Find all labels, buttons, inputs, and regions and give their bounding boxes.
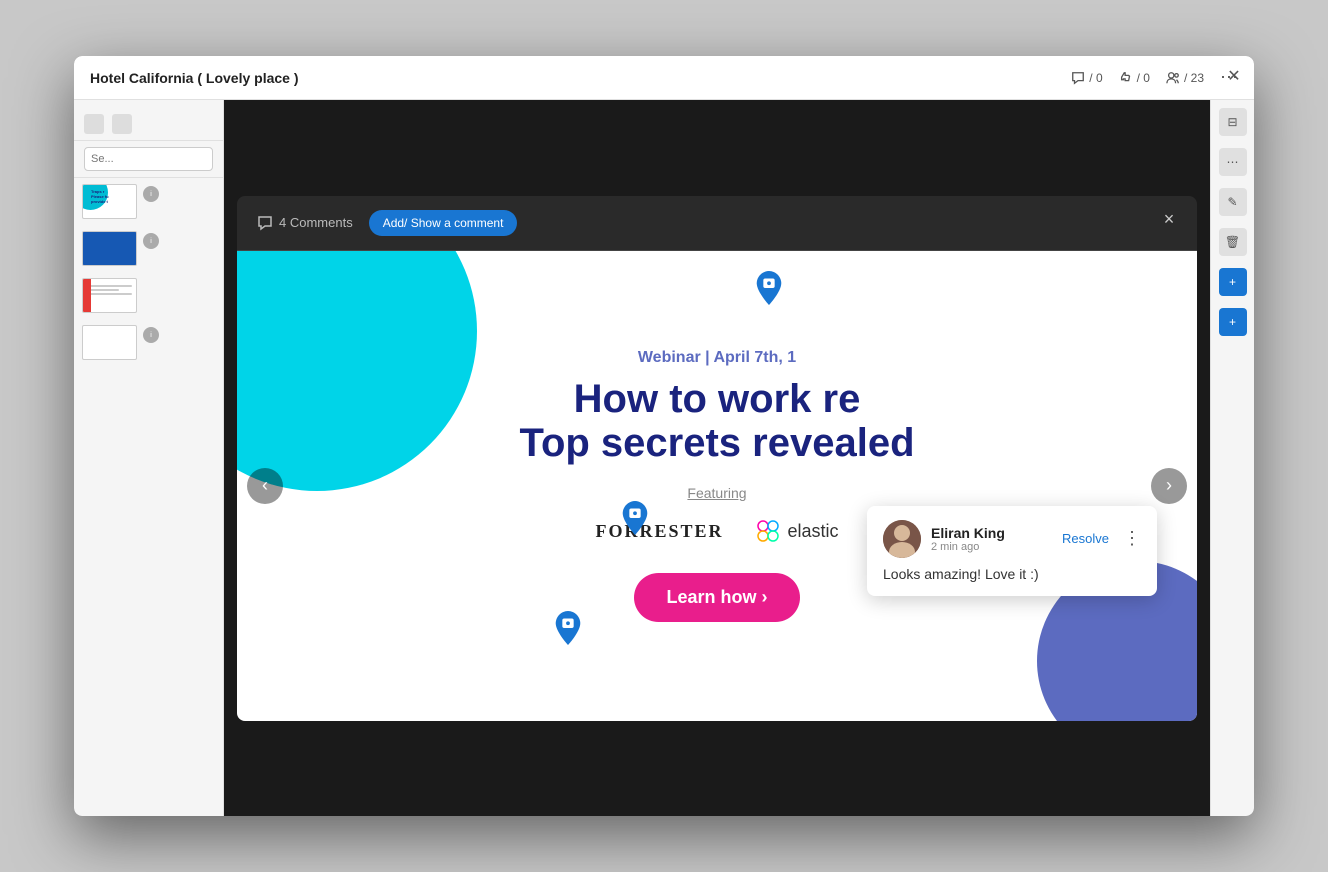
nav-next-button[interactable]: › xyxy=(1151,468,1187,504)
logo-forrester: FORRESTER xyxy=(595,521,723,542)
slide-4-avatar-row: i xyxy=(143,325,159,345)
slide-thumb-4[interactable]: i xyxy=(74,319,223,366)
app-window: Hotel California ( Lovely place ) / 0 / … xyxy=(74,56,1254,816)
comments-count: 4 Comments xyxy=(257,215,353,231)
users-icon xyxy=(1166,71,1180,85)
rt-filter-button[interactable]: ⊟ xyxy=(1219,108,1247,136)
viewer-area: × 4 Comments Add/ Show a comment xyxy=(224,100,1210,816)
slide-center: Webinar | April 7th, 1 How to work re To… xyxy=(519,349,914,622)
top-bar-actions: / 0 / 0 / 23 ⋯ xyxy=(1071,67,1238,88)
modal-dialog: × 4 Comments Add/ Show a comment xyxy=(237,196,1197,721)
sidebar-search xyxy=(74,141,223,178)
bg-circle-cyan xyxy=(237,251,477,491)
sidebar-toolbar xyxy=(74,108,223,141)
slide-thumb-img-4 xyxy=(82,325,137,360)
slide-thumb-3[interactable] xyxy=(74,272,223,319)
comments-icon xyxy=(257,215,273,231)
comment-pin-3[interactable] xyxy=(554,611,582,645)
nav-prev-button[interactable]: ‹ xyxy=(247,468,283,504)
like-icon xyxy=(1119,71,1133,85)
rt-edit-button[interactable]: ✎ xyxy=(1219,188,1247,216)
comment-popup: Eliran King 2 min ago Resolve ⋮ Looks am… xyxy=(867,506,1157,596)
modal-body: ‹ › xyxy=(237,251,1197,721)
rt-delete-button[interactable]: 🗑 xyxy=(1219,228,1247,256)
comment-icon xyxy=(1071,71,1085,85)
pin-icon-2 xyxy=(621,501,649,535)
rt-add-button-1[interactable]: + xyxy=(1219,268,1247,296)
sidebar-tool-1[interactable] xyxy=(84,114,104,134)
rt-add-button-2[interactable]: + xyxy=(1219,308,1247,336)
pin-icon-1 xyxy=(755,271,783,305)
modal-header: 4 Comments Add/ Show a comment xyxy=(237,196,1197,251)
slide-thumb-img-3 xyxy=(82,278,137,313)
avatar-4: i xyxy=(143,327,159,343)
avatar-1: i xyxy=(143,186,159,202)
modal-overlay[interactable]: × 4 Comments Add/ Show a comment xyxy=(224,100,1210,816)
cta-button[interactable]: Learn how › xyxy=(634,573,799,622)
right-toolbar: ⊟ ⋯ ✎ 🗑 + + xyxy=(1210,100,1254,816)
slide-2-avatar-row: i xyxy=(143,231,159,251)
comment-pin-2[interactable] xyxy=(621,501,649,535)
slide-thumb-2[interactable]: i xyxy=(74,225,223,272)
slide-thumb-1[interactable]: Traps rPlease fuprovide t i xyxy=(74,178,223,225)
page-title: Hotel California ( Lovely place ) xyxy=(90,70,1071,86)
commenter-name: Eliran King xyxy=(931,525,1052,541)
search-input[interactable] xyxy=(84,147,213,171)
add-show-comment-button[interactable]: Add/ Show a comment xyxy=(369,210,518,236)
comment-header: Eliran King 2 min ago Resolve ⋮ xyxy=(883,520,1141,558)
rt-more-button[interactable]: ⋯ xyxy=(1219,148,1247,176)
users-stat: / 23 xyxy=(1166,71,1204,85)
avatar-2: i xyxy=(143,233,159,249)
slide-1-avatar-row: i xyxy=(143,184,159,204)
comment-pin-1[interactable] xyxy=(755,271,783,305)
slide-main-title: How to work re Top secrets revealed xyxy=(519,377,914,465)
sidebar: Traps rPlease fuprovide t i i xyxy=(74,100,224,816)
commenter-avatar xyxy=(883,520,921,558)
top-bar: Hotel California ( Lovely place ) / 0 / … xyxy=(74,56,1254,100)
content-area: Traps rPlease fuprovide t i i xyxy=(74,100,1254,816)
comment-more-button[interactable]: ⋮ xyxy=(1123,528,1141,549)
window-close-button[interactable]: ✕ xyxy=(1224,66,1244,86)
slide-thumb-img-1: Traps rPlease fuprovide t xyxy=(82,184,137,219)
pin-icon-3 xyxy=(554,611,582,645)
sidebar-tool-2[interactable] xyxy=(112,114,132,134)
modal-close-button[interactable]: × xyxy=(1157,208,1181,232)
commenter-info: Eliran King 2 min ago xyxy=(931,525,1052,553)
resolve-button[interactable]: Resolve xyxy=(1062,531,1109,546)
logo-elastic: elastic xyxy=(754,517,839,545)
elastic-icon xyxy=(754,517,782,545)
likes-stat: / 0 xyxy=(1119,71,1150,85)
slide-content: Webinar | April 7th, 1 How to work re To… xyxy=(237,251,1197,721)
slide-featuring: Featuring xyxy=(519,485,914,501)
webinar-label: Webinar | April 7th, 1 xyxy=(519,349,914,367)
slide-thumb-img-2 xyxy=(82,231,137,266)
comments-stat: / 0 xyxy=(1071,71,1102,85)
comment-text: Looks amazing! Love it :) xyxy=(883,566,1141,582)
comment-time: 2 min ago xyxy=(931,541,1052,553)
avatar-image xyxy=(883,520,921,558)
slide-logos: FORRESTER elastic xyxy=(519,517,914,545)
